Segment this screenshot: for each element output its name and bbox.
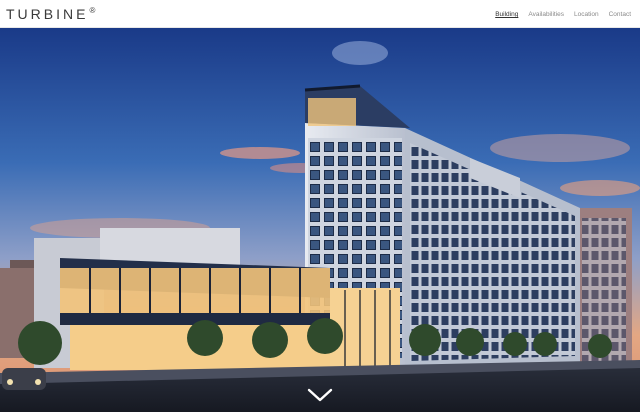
- chevron-down-icon: [307, 388, 333, 402]
- building-rendering: [0, 28, 640, 412]
- site-logo[interactable]: TURBINE®: [6, 6, 95, 22]
- hero-image: [0, 28, 640, 412]
- nav-item-building[interactable]: Building: [495, 11, 518, 18]
- nav-item-location[interactable]: Location: [574, 11, 599, 18]
- nav-item-availabilities[interactable]: Availabilities: [528, 11, 564, 18]
- logo-text: TURBINE: [6, 6, 89, 22]
- logo-mark: ®: [89, 6, 96, 15]
- main-nav: Building Availabilities Location Contact: [495, 11, 631, 18]
- top-navigation-bar: TURBINE® Building Availabilities Locatio…: [0, 0, 640, 28]
- nav-item-contact[interactable]: Contact: [609, 11, 631, 18]
- scroll-down-button[interactable]: [306, 386, 334, 404]
